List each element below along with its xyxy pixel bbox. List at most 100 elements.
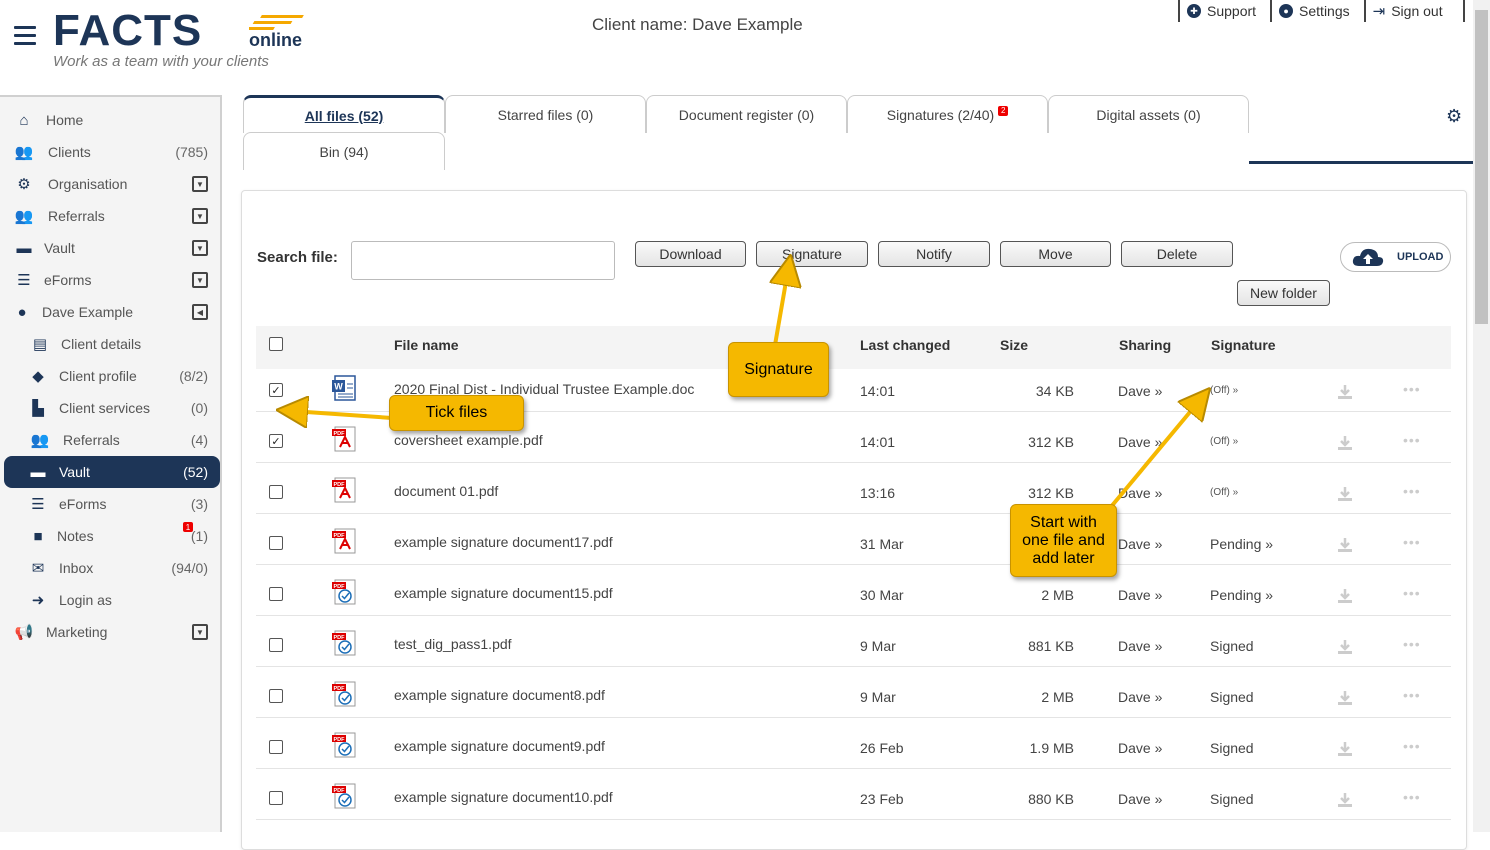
row-checkbox[interactable] <box>269 536 283 550</box>
sidebar-item-inbox[interactable]: ✉ Inbox (94/0) <box>0 552 220 584</box>
column-sharing[interactable]: Sharing <box>1119 337 1171 353</box>
hamburger-menu-icon[interactable] <box>14 26 36 45</box>
signature-status[interactable]: Signed <box>1210 791 1254 807</box>
column-signature[interactable]: Signature <box>1211 337 1276 353</box>
more-options-icon[interactable]: ••• <box>1403 381 1421 397</box>
download-icon[interactable] <box>1337 537 1353 553</box>
support-link[interactable]: ✚ Support <box>1178 0 1270 22</box>
sidebar-item-client-details[interactable]: ▤ Client details <box>0 328 220 360</box>
sharing-link[interactable]: Dave » <box>1118 740 1162 756</box>
sharing-link[interactable]: Dave » <box>1118 434 1162 450</box>
sidebar-item-client-eforms[interactable]: ☰ eForms (3) <box>0 488 220 520</box>
move-button[interactable]: Move <box>1000 241 1111 267</box>
signature-status[interactable]: Signed <box>1210 638 1254 654</box>
sharing-link[interactable]: Dave » <box>1118 536 1162 552</box>
tab-digital-assets[interactable]: Digital assets (0) <box>1048 95 1249 133</box>
notify-button[interactable]: Notify <box>878 241 990 267</box>
signature-status[interactable]: (Off) » <box>1210 385 1238 396</box>
sidebar-item-home[interactable]: ⌂ Home <box>0 104 220 136</box>
file-name-link[interactable]: test_dig_pass1.pdf <box>394 636 512 652</box>
signature-status[interactable]: Pending » <box>1210 536 1273 552</box>
search-input[interactable] <box>351 241 615 280</box>
more-options-icon[interactable]: ••• <box>1403 534 1421 550</box>
column-size[interactable]: Size <box>1000 337 1028 353</box>
sidebar-item-marketing[interactable]: 📢 Marketing ▼ <box>0 616 220 648</box>
sidebar-item-eforms[interactable]: ☰ eForms ▼ <box>0 264 220 296</box>
sharing-link[interactable]: Dave » <box>1118 689 1162 705</box>
expand-icon[interactable]: ▼ <box>192 240 208 256</box>
row-checkbox[interactable] <box>269 740 283 754</box>
sidebar-item-dave-example[interactable]: ● Dave Example ◀ <box>0 296 220 328</box>
sharing-link[interactable]: Dave » <box>1118 638 1162 654</box>
tab-document-register[interactable]: Document register (0) <box>646 95 847 133</box>
sidebar-item-vault[interactable]: ▬ Vault ▼ <box>0 232 220 264</box>
signature-status[interactable]: Signed <box>1210 740 1254 756</box>
signature-button[interactable]: Signature <box>756 241 868 267</box>
tab-all-files[interactable]: All files (52) <box>243 95 445 133</box>
sharing-link[interactable]: Dave » <box>1118 587 1162 603</box>
download-icon[interactable] <box>1337 792 1353 808</box>
file-name-link[interactable]: example signature document9.pdf <box>394 738 605 754</box>
settings-link[interactable]: ● Settings <box>1270 0 1364 22</box>
signature-status[interactable]: (Off) » <box>1210 436 1238 447</box>
sidebar-item-client-services[interactable]: ▙ Client services (0) <box>0 392 220 424</box>
row-checkbox[interactable] <box>269 791 283 805</box>
sidebar-item-notes[interactable]: ■ Notes 1 (1) <box>0 520 220 552</box>
more-options-icon[interactable]: ••• <box>1403 738 1421 754</box>
row-checkbox[interactable] <box>269 638 283 652</box>
upload-button[interactable]: UPLOAD <box>1340 242 1451 272</box>
column-file-name[interactable]: File name <box>394 337 459 353</box>
more-options-icon[interactable]: ••• <box>1403 636 1421 652</box>
sidebar-item-client-profile[interactable]: ◆ Client profile (8/2) <box>0 360 220 392</box>
gear-icon[interactable]: ⚙ <box>1446 107 1464 125</box>
signature-status[interactable]: Signed <box>1210 689 1254 705</box>
file-name-link[interactable]: example signature document17.pdf <box>394 534 613 550</box>
sidebar-item-referrals[interactable]: 👥 Referrals ▼ <box>0 200 220 232</box>
download-icon[interactable] <box>1337 690 1353 706</box>
more-options-icon[interactable]: ••• <box>1403 483 1421 499</box>
file-name-link[interactable]: example signature document10.pdf <box>394 789 613 805</box>
sidebar-item-clients[interactable]: 👥 Clients (785) <box>0 136 220 168</box>
scrollbar-thumb[interactable] <box>1475 10 1488 324</box>
facts-online-logo[interactable]: FACTS online Work as a team with your cl… <box>53 8 313 72</box>
more-options-icon[interactable]: ••• <box>1403 789 1421 805</box>
expand-icon[interactable]: ▼ <box>192 272 208 288</box>
delete-button[interactable]: Delete <box>1121 241 1233 267</box>
expand-icon[interactable]: ▼ <box>192 208 208 224</box>
sharing-link[interactable]: Dave » <box>1118 485 1162 501</box>
sidebar-item-client-vault[interactable]: ▬ Vault (52) <box>4 456 220 488</box>
more-options-icon[interactable]: ••• <box>1403 687 1421 703</box>
tab-starred-files[interactable]: Starred files (0) <box>445 95 646 133</box>
signature-status[interactable]: Pending » <box>1210 587 1273 603</box>
file-name-link[interactable]: example signature document8.pdf <box>394 687 605 703</box>
select-all-checkbox[interactable] <box>269 337 283 351</box>
download-icon[interactable] <box>1337 486 1353 502</box>
sharing-link[interactable]: Dave » <box>1118 383 1162 399</box>
file-name-link[interactable]: coversheet example.pdf <box>394 432 543 448</box>
sidebar-item-login-as[interactable]: ➜ Login as <box>0 584 220 616</box>
sharing-link[interactable]: Dave » <box>1118 791 1162 807</box>
file-name-link[interactable]: document 01.pdf <box>394 483 498 499</box>
expand-icon[interactable]: ▼ <box>192 176 208 192</box>
sidebar-item-client-referrals[interactable]: 👥 Referrals (4) <box>0 424 220 456</box>
expand-icon[interactable]: ▼ <box>192 624 208 640</box>
row-checkbox[interactable]: ✓ <box>269 434 283 448</box>
download-icon[interactable] <box>1337 741 1353 757</box>
row-checkbox[interactable]: ✓ <box>269 383 283 397</box>
download-icon[interactable] <box>1337 639 1353 655</box>
download-button[interactable]: Download <box>635 241 746 267</box>
tab-signatures[interactable]: Signatures (2/40) 2 <box>847 95 1048 133</box>
signature-status[interactable]: (Off) » <box>1210 487 1238 498</box>
more-options-icon[interactable]: ••• <box>1403 585 1421 601</box>
download-icon[interactable] <box>1337 588 1353 604</box>
row-checkbox[interactable] <box>269 485 283 499</box>
file-name-link[interactable]: example signature document15.pdf <box>394 585 613 601</box>
row-checkbox[interactable] <box>269 587 283 601</box>
tab-bin[interactable]: Bin (94) <box>243 132 445 170</box>
vertical-scrollbar[interactable] <box>1473 0 1490 832</box>
sidebar-item-organisation[interactable]: ⚙ Organisation ▼ <box>0 168 220 200</box>
more-options-icon[interactable]: ••• <box>1403 432 1421 448</box>
new-folder-button[interactable]: New folder <box>1237 280 1330 306</box>
collapse-icon[interactable]: ◀ <box>192 304 208 320</box>
download-icon[interactable] <box>1337 435 1353 451</box>
